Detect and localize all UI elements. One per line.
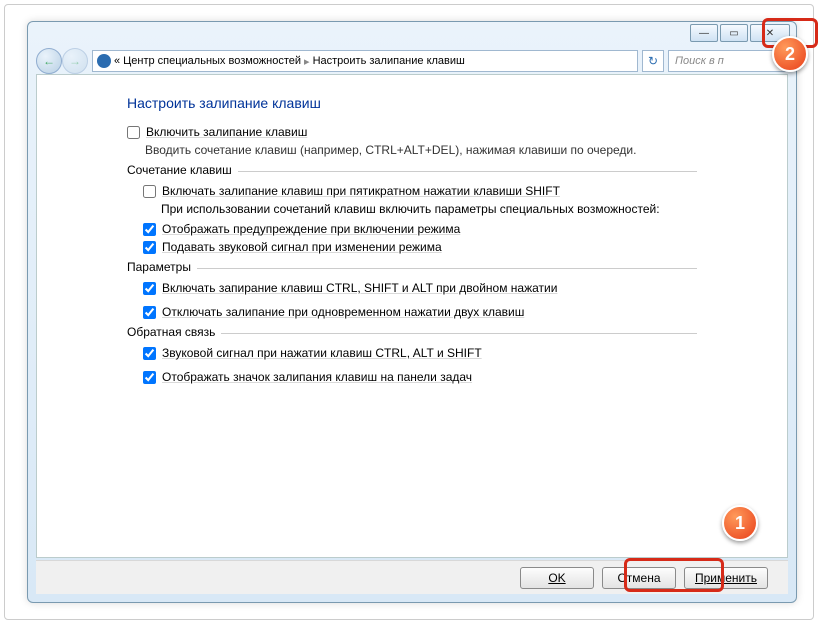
beep-modifier-label: Звуковой сигнал при нажатии клавиш CTRL,… xyxy=(162,346,482,360)
feedback-group: Обратная связь Звуковой сигнал при нажат… xyxy=(127,333,697,384)
lock-modifier-label: Включать запирание клавиш CTRL, SHIFT и … xyxy=(162,281,557,295)
shortcut-group-title: Сочетание клавиш xyxy=(127,163,238,177)
lock-modifier-checkbox[interactable] xyxy=(143,282,156,295)
cancel-button[interactable]: Отмена xyxy=(602,567,676,589)
maximize-button[interactable]: ▭ xyxy=(720,24,748,42)
taskbar-icon-checkbox[interactable] xyxy=(143,371,156,384)
enable-sticky-keys-label: Включить залипание клавиш xyxy=(146,125,307,139)
titlebar: — ▭ ✕ xyxy=(28,22,796,48)
shift-five-times-checkbox[interactable] xyxy=(143,185,156,198)
chevron-icon: « xyxy=(114,55,120,67)
beep-modifier-checkbox[interactable] xyxy=(143,347,156,360)
refresh-button[interactable]: ↻ xyxy=(642,50,664,72)
options-group: Параметры Включать запирание клавиш CTRL… xyxy=(127,268,697,319)
enable-description: Вводить сочетание клавиш (например, CTRL… xyxy=(145,143,787,157)
play-sound-label: Подавать звуковой сигнал при изменении р… xyxy=(162,240,442,254)
shortcut-group: Сочетание клавиш Включать залипание клав… xyxy=(127,171,697,254)
content-area: Настроить залипание клавиш Включить зали… xyxy=(36,74,788,558)
shortcut-note: При использовании сочетаний клавиш включ… xyxy=(161,202,697,216)
callout-one: 1 xyxy=(722,505,758,541)
apply-button[interactable]: Применить xyxy=(684,567,768,589)
breadcrumb-item[interactable]: Настроить залипание клавиш xyxy=(313,55,465,67)
nav-forward-button[interactable]: → xyxy=(62,48,88,74)
dialog-footer: OK Отмена Применить xyxy=(36,560,788,594)
turn-off-two-keys-checkbox[interactable] xyxy=(143,306,156,319)
show-warning-label: Отображать предупреждение при включении … xyxy=(162,222,460,236)
ok-button[interactable]: OK xyxy=(520,567,594,589)
address-bar: ← → « Центр специальных возможностей ▸ Н… xyxy=(36,48,788,74)
search-input[interactable]: Поиск в п xyxy=(668,50,788,72)
minimize-button[interactable]: — xyxy=(690,24,718,42)
options-group-title: Параметры xyxy=(127,260,197,274)
callout-two: 2 xyxy=(772,36,808,72)
breadcrumb-item[interactable]: Центр специальных возможностей xyxy=(123,55,301,67)
feedback-group-title: Обратная связь xyxy=(127,325,221,339)
play-sound-checkbox[interactable] xyxy=(143,241,156,254)
taskbar-icon-label: Отображать значок залипания клавиш на па… xyxy=(162,370,472,384)
control-panel-icon xyxy=(97,54,111,68)
nav-back-button[interactable]: ← xyxy=(36,48,62,74)
page-title: Настроить залипание клавиш xyxy=(127,95,787,111)
breadcrumb[interactable]: « Центр специальных возможностей ▸ Настр… xyxy=(92,50,638,72)
shift-five-times-label: Включать залипание клавиш при пятикратно… xyxy=(162,184,560,198)
chevron-right-icon: ▸ xyxy=(304,55,310,68)
enable-sticky-keys-checkbox[interactable] xyxy=(127,126,140,139)
turn-off-two-keys-label: Отключать залипание при одновременном на… xyxy=(162,305,524,319)
window: — ▭ ✕ ← → « Центр специальных возможност… xyxy=(27,21,797,603)
show-warning-checkbox[interactable] xyxy=(143,223,156,236)
